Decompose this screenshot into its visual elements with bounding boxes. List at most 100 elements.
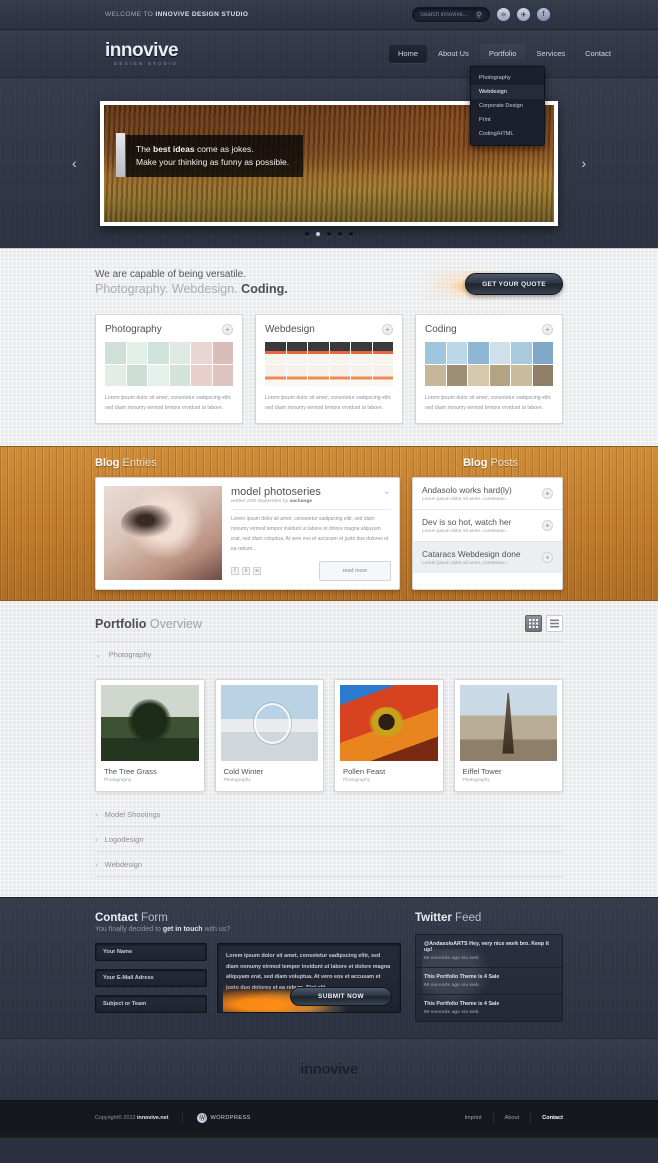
meta-date: 22th September (246, 499, 282, 505)
facebook-icon[interactable]: f (537, 8, 550, 21)
service-card-webdesign[interactable]: Webdesign + Lorem ipsum dolor sit amet, … (255, 314, 403, 425)
portfolio-item[interactable]: Eiffel Tower Photography (453, 679, 563, 793)
slider-dot-active[interactable] (316, 232, 320, 236)
nav-item-services[interactable]: Services (527, 44, 574, 63)
slider-dot[interactable] (338, 232, 342, 236)
portfolio-category-logodesign[interactable]: › Logodesign (95, 827, 563, 853)
twitter-feed-box: @AndasoloARTS Hey, very nice work bro. K… (415, 934, 563, 1023)
slider-dot[interactable] (305, 232, 309, 236)
blog-post-title: Andasolo works hard(ly) (422, 485, 512, 496)
card-header: Photography + (105, 324, 233, 335)
portfolio-item-category: Photography (343, 778, 371, 784)
contact-form-row: Lorem ipsum dolor sit amet, consetetur s… (95, 943, 401, 1014)
blog-headings: Blog Entries Blog Posts (95, 457, 563, 469)
blog-entry-image[interactable] (104, 486, 222, 581)
blog-post-item[interactable]: Cataracs Webdesign done Lorem ipsum dolo… (413, 542, 562, 574)
slider-next-icon[interactable]: › (581, 155, 586, 171)
portfolio-grid: The Tree Grass Photography Cold Winter P… (95, 679, 563, 793)
contact-columns: Contact Form You finally decided to get … (95, 912, 563, 1023)
nav-item-about-us[interactable]: About Us (429, 44, 478, 63)
portfolio-item[interactable]: Pollen Feast Photography (334, 679, 444, 793)
footer-link-about[interactable]: About (505, 1115, 520, 1121)
expand-icon[interactable]: + (542, 324, 553, 335)
email-field-wrapper[interactable] (95, 969, 207, 988)
nav-item-contact[interactable]: Contact (576, 44, 620, 63)
search-icon[interactable]: ⚲ (473, 8, 485, 21)
contact-section: Contact Form You finally decided to get … (0, 897, 658, 1038)
dropdown-item-photography[interactable]: Photography (471, 71, 544, 85)
expand-icon[interactable]: + (542, 520, 553, 532)
service-title: Webdesign (265, 324, 315, 335)
flickr-share-icon[interactable]: b (242, 567, 250, 576)
portfolio-category-webdesign[interactable]: › Webdesign (95, 852, 563, 878)
copyright-brand[interactable]: innovive.net (137, 1115, 168, 1121)
search-input[interactable] (420, 11, 473, 18)
caption-text-b: best ideas (153, 143, 195, 154)
portfolio-header: Portfolio Overview (95, 615, 563, 643)
tagline-secondary-bold: Coding. (241, 282, 288, 296)
expand-icon[interactable]: + (542, 552, 553, 564)
wordpress-badge[interactable]: Ⓦ WORDPRESS (182, 1113, 250, 1124)
tweet-meta: 60 seconds ago via web (424, 956, 479, 962)
rss-share-icon[interactable]: ≋ (253, 567, 261, 576)
slider-prev-icon[interactable]: ‹ (72, 155, 77, 171)
tweet-item[interactable]: This Portfolio Theme is 4 Sale 60 second… (416, 968, 562, 996)
email-field[interactable] (103, 975, 199, 982)
contact-title-light: Form (137, 912, 168, 925)
portfolio-category-model-shootings[interactable]: › Model Shootings (95, 802, 563, 828)
slider-dot[interactable] (327, 232, 331, 236)
portfolio-image (340, 685, 438, 762)
expand-icon[interactable]: + (382, 324, 393, 335)
list-view-icon[interactable] (546, 615, 563, 633)
subject-field[interactable] (103, 1001, 199, 1008)
portfolio-image (101, 685, 199, 762)
contact-form-column: Contact Form You finally decided to get … (95, 912, 401, 1022)
dropdown-item-print[interactable]: Print (471, 113, 544, 127)
share-icons: f b ≋ (231, 567, 261, 576)
blog-entry-title[interactable]: model photoseries (231, 486, 321, 498)
twitter-feed-column: Twitter Feed @AndasoloARTS Hey, very nic… (415, 912, 563, 1023)
blog-post-item[interactable]: Andasolo works hard(ly) Lorem ipsum dolo… (413, 478, 562, 511)
footer-link-contact[interactable]: Contact (542, 1115, 563, 1121)
dribbble-icon[interactable]: ⚛ (497, 8, 510, 21)
get-quote-button[interactable]: GET YOUR QUOTE (465, 273, 563, 295)
twitter-icon[interactable]: ✈ (517, 8, 530, 21)
tweet-item[interactable]: This Portfolio Theme is 4 Sale 60 second… (416, 995, 562, 1021)
service-card-photography[interactable]: Photography + Lorem ipsum dolor sit amet… (95, 314, 243, 425)
expand-icon[interactable]: + (542, 488, 553, 500)
contact-subtitle-b: get in touch (162, 926, 203, 934)
portfolio-item[interactable]: Cold Winter Photography (214, 679, 324, 793)
portfolio-item[interactable]: The Tree Grass Photography (95, 679, 205, 793)
blog-post-item[interactable]: Dev is so hot, watch her Lorem ipsum dol… (413, 510, 562, 543)
welcome-prefix: WELCOME TO (105, 11, 156, 18)
grid-view-icon[interactable] (525, 615, 542, 633)
footer-link-imprint[interactable]: Imprint (464, 1115, 481, 1121)
slider-dots (0, 232, 658, 236)
message-textarea[interactable]: Lorem ipsum dolor sit amet, consetetur s… (217, 943, 401, 1014)
nav-item-portfolio[interactable]: Portfolio (479, 44, 526, 63)
search-box[interactable]: ⚲ (412, 7, 490, 22)
chevron-down-icon[interactable]: ⌄ (383, 486, 391, 497)
view-toggles (525, 615, 563, 633)
nav-item-home[interactable]: Home (388, 44, 427, 63)
caption-line-2: Make your thinking as funny as possible. (136, 156, 290, 167)
slider-dot[interactable] (349, 232, 353, 236)
name-field-wrapper[interactable] (95, 943, 207, 962)
contact-subtitle-a: You finally decided to (95, 926, 163, 934)
logo[interactable]: innovive DESIGN STUDIO (105, 41, 179, 66)
blog-entry-meta: written 22th September by xachange (231, 499, 391, 511)
tweet-item[interactable]: @AndasoloARTS Hey, very nice work bro. K… (416, 935, 562, 969)
dropdown-item-webdesign[interactable]: Webdesign (471, 85, 544, 99)
portfolio-category-photography[interactable]: ⌄ Photography (95, 642, 563, 668)
dropdown-item-coding-html[interactable]: Coding/HTML (471, 127, 544, 141)
dropdown-item-corporate-design[interactable]: Corporate Design (471, 99, 544, 113)
contact-title-bold: Contact (95, 912, 138, 925)
subject-field-wrapper[interactable] (95, 995, 207, 1014)
service-card-coding[interactable]: Coding + Lorem ipsum dolor sit amet, con… (415, 314, 563, 425)
name-field[interactable] (103, 949, 199, 956)
facebook-share-icon[interactable]: f (231, 567, 239, 576)
read-more-button[interactable]: read more (319, 561, 391, 582)
submit-button[interactable]: SUBMIT NOW (290, 987, 392, 1007)
card-header: Webdesign + (265, 324, 393, 335)
expand-icon[interactable]: + (222, 324, 233, 335)
